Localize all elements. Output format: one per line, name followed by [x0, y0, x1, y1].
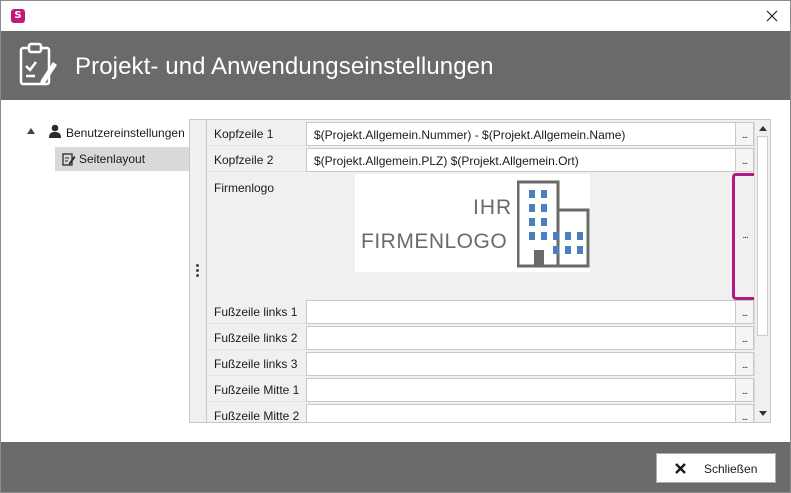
expand-arrow-icon[interactable]	[27, 128, 35, 134]
property-label: Fußzeile links 1	[214, 305, 298, 319]
fusszeile-links-2-input[interactable]	[306, 326, 736, 350]
dialog-footer: Schließen	[1, 442, 790, 492]
tree-item-label: Seitenlayout	[79, 152, 146, 166]
fusszeile-links-2-browse-button[interactable]: ...	[736, 326, 754, 350]
settings-tree: Benutzereinstellungen Seitenlayout	[21, 119, 191, 419]
fusszeile-mitte-1-browse-button[interactable]: ...	[736, 378, 754, 402]
grip-dots-icon	[196, 264, 200, 280]
clipboard-edit-icon	[19, 42, 57, 88]
property-row-fusszeile-links-1: Fußzeile links 1 ...	[207, 298, 754, 324]
fusszeile-mitte-2-input[interactable]	[306, 404, 736, 422]
panel-splitter[interactable]	[190, 120, 207, 422]
property-label: Fußzeile links 2	[214, 331, 298, 345]
property-label: Kopfzeile 1	[214, 127, 274, 141]
app-logo-icon	[11, 9, 25, 23]
fusszeile-links-1-browse-button[interactable]: ...	[736, 300, 754, 324]
kopfzeile-2-browse-button[interactable]: ...	[736, 148, 754, 172]
dialog-header: Projekt- und Anwendungseinstellungen	[1, 31, 790, 100]
scroll-down-icon[interactable]	[759, 411, 767, 416]
logo-text-line2: FIRMENLOGO	[361, 230, 508, 253]
property-row-fusszeile-links-2: Fußzeile links 2 ...	[207, 324, 754, 350]
kopfzeile-2-input[interactable]: $(Projekt.Allgemein.PLZ) $(Projekt.Allge…	[306, 148, 736, 172]
edit-document-icon	[62, 152, 76, 166]
tree-item-benutzereinstellungen[interactable]: Benutzereinstellungen	[21, 121, 191, 145]
property-rows: Kopfzeile 1 $(Projekt.Allgemein.Nummer) …	[207, 120, 754, 422]
property-label: Fußzeile Mitte 1	[214, 383, 300, 397]
fusszeile-links-1-input[interactable]	[306, 300, 736, 324]
dialog-title: Projekt- und Anwendungseinstellungen	[75, 53, 494, 80]
fusszeile-mitte-2-browse-button[interactable]: ...	[736, 404, 754, 422]
property-row-fusszeile-mitte-2: Fußzeile Mitte 2 ...	[207, 402, 754, 423]
property-label: Fußzeile Mitte 2	[214, 409, 300, 423]
kopfzeile-1-browse-button[interactable]: ...	[736, 122, 754, 146]
tree-item-label: Benutzereinstellungen	[66, 126, 185, 140]
property-label: Firmenlogo	[214, 181, 275, 195]
scroll-thumb[interactable]	[757, 136, 768, 336]
property-row-fusszeile-mitte-1: Fußzeile Mitte 1 ...	[207, 376, 754, 402]
fusszeile-links-3-browse-button[interactable]: ...	[736, 352, 754, 376]
kopfzeile-1-input[interactable]: $(Projekt.Allgemein.Nummer) - $(Projekt.…	[306, 122, 736, 146]
close-icon[interactable]	[762, 6, 782, 26]
scroll-up-icon[interactable]	[759, 126, 767, 131]
property-row-firmenlogo: Firmenlogo IHR FIRMENLOGO ...	[207, 174, 754, 298]
tree-item-seitenlayout[interactable]: Seitenlayout	[55, 147, 189, 171]
property-label: Kopfzeile 2	[214, 153, 274, 167]
property-grid: Kopfzeile 1 $(Projekt.Allgemein.Nummer) …	[189, 119, 771, 423]
property-row-kopfzeile-1: Kopfzeile 1 $(Projekt.Allgemein.Nummer) …	[207, 120, 754, 146]
fusszeile-links-3-input[interactable]	[306, 352, 736, 376]
property-row-kopfzeile-2: Kopfzeile 2 $(Projekt.Allgemein.PLZ) $(P…	[207, 146, 754, 172]
user-icon	[49, 124, 61, 138]
property-row-fusszeile-links-3: Fußzeile links 3 ...	[207, 350, 754, 376]
settings-dialog: Projekt- und Anwendungseinstellungen Ben…	[0, 0, 791, 493]
title-bar	[1, 1, 790, 31]
vertical-scrollbar[interactable]	[754, 120, 770, 422]
close-button-label: Schließen	[704, 462, 758, 476]
company-logo-preview[interactable]: IHR FIRMENLOGO	[355, 174, 590, 272]
logo-text-line1: IHR	[473, 196, 513, 219]
building-icon	[516, 180, 591, 268]
close-x-icon	[674, 462, 687, 475]
fusszeile-mitte-1-input[interactable]	[306, 378, 736, 402]
property-label: Fußzeile links 3	[214, 357, 298, 371]
close-button[interactable]: Schließen	[656, 453, 776, 483]
